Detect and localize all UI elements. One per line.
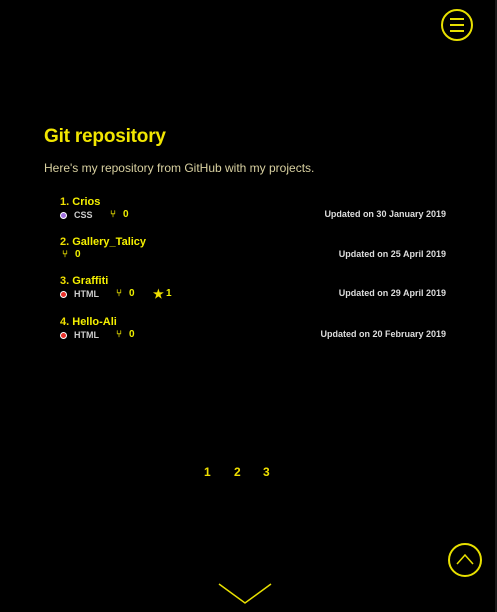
section-title: Git repository: [44, 126, 166, 147]
scroll-top-button[interactable]: [448, 543, 482, 577]
chevron-up-icon: [456, 553, 474, 565]
repo-updated: Updated on 20 February 2019: [320, 329, 446, 339]
repo-item: 3. Graffiti HTML ⑂ 0 ★ 1 Updated on 29 A…: [60, 274, 446, 302]
repo-updated: Updated on 30 January 2019: [324, 209, 446, 219]
language-dot: [60, 332, 67, 339]
fork-count: 0: [123, 209, 129, 220]
hamburger-icon-line: [450, 24, 464, 26]
repo-link[interactable]: Gallery_Talicy: [72, 236, 146, 248]
page-link-1[interactable]: 1: [204, 465, 211, 479]
fork-icon: ⑂: [116, 288, 122, 299]
repo-title: 3. Graffiti: [60, 274, 446, 288]
repo-link[interactable]: Crios: [72, 196, 100, 208]
repo-number: 2.: [60, 236, 70, 248]
hamburger-icon-line: [450, 30, 464, 32]
repo-item: 2. Gallery_Talicy ⑂ 0 Updated on 25 Apri…: [60, 235, 446, 263]
repo-language: CSS: [74, 210, 93, 220]
fork-icon: ⑂: [116, 329, 122, 340]
star-count: 1: [166, 288, 172, 299]
repo-item: 1. Crios CSS ⑂ 0 Updated on 30 January 2…: [60, 195, 446, 223]
repo-meta: HTML ⑂ 0 ★ 1 Updated on 29 April 2019: [60, 287, 446, 302]
star-icon: ★: [153, 287, 164, 301]
repo-updated: Updated on 29 April 2019: [338, 288, 446, 298]
page-link-2[interactable]: 2: [234, 465, 241, 479]
repo-number: 1.: [60, 196, 70, 208]
repo-link[interactable]: Hello-Ali: [72, 316, 117, 328]
hamburger-icon: [450, 18, 464, 20]
repo-language: HTML: [74, 330, 99, 340]
section-intro: Here's my repository from GitHub with my…: [44, 161, 315, 175]
repo-link[interactable]: Graffiti: [72, 275, 108, 287]
repo-item: 4. Hello-Ali HTML ⑂ 0 Updated on 20 Febr…: [60, 315, 446, 343]
repo-title: 4. Hello-Ali: [60, 315, 446, 329]
repo-number: 3.: [60, 275, 70, 287]
language-dot: [60, 212, 67, 219]
repo-meta: HTML ⑂ 0 Updated on 20 February 2019: [60, 329, 446, 343]
repo-meta: ⑂ 0 Updated on 25 April 2019: [60, 249, 446, 263]
repo-title: 1. Crios: [60, 195, 446, 209]
menu-button[interactable]: [441, 9, 473, 41]
page-link-3[interactable]: 3: [263, 465, 270, 479]
fork-count: 0: [75, 249, 81, 260]
chevron-down-icon[interactable]: [218, 582, 272, 606]
repo-number: 4.: [60, 316, 70, 328]
language-dot: [60, 291, 67, 298]
fork-icon: ⑂: [62, 249, 68, 260]
repo-updated: Updated on 25 April 2019: [338, 249, 446, 259]
fork-icon: ⑂: [110, 209, 116, 220]
repo-title: 2. Gallery_Talicy: [60, 235, 446, 249]
repo-meta: CSS ⑂ 0 Updated on 30 January 2019: [60, 209, 446, 223]
repo-language: HTML: [74, 289, 99, 299]
fork-count: 0: [129, 288, 135, 299]
fork-count: 0: [129, 329, 135, 340]
